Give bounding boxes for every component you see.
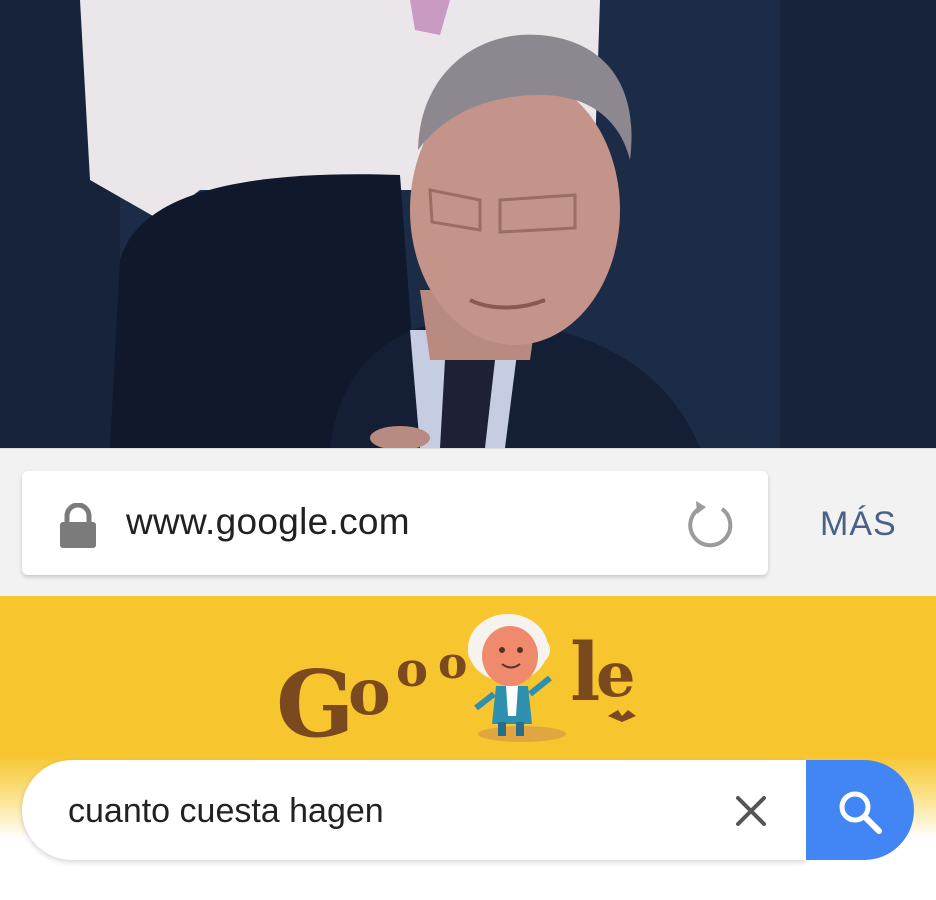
browser-toolbar: www.google.com MÁS (0, 448, 936, 597)
address-bar[interactable]: www.google.com (22, 471, 768, 575)
search-box[interactable]: cuanto cuesta hagen (22, 760, 806, 860)
svg-text:o: o (396, 642, 428, 698)
svg-text:G: G (276, 650, 355, 758)
svg-text:o: o (438, 638, 467, 689)
url-text[interactable]: www.google.com (126, 501, 410, 543)
google-doodle[interactable]: G o o o l e (270, 604, 660, 762)
close-icon[interactable] (734, 794, 768, 828)
more-button[interactable]: MÁS (820, 505, 897, 544)
search-icon (839, 791, 882, 834)
photo-illustration (0, 0, 936, 448)
svg-text:o: o (348, 655, 391, 730)
search-input[interactable]: cuanto cuesta hagen (68, 792, 384, 831)
lock-icon (58, 502, 98, 549)
photo (0, 0, 936, 448)
search-button[interactable] (806, 760, 914, 860)
reload-icon[interactable] (682, 497, 738, 553)
svg-text:e: e (596, 638, 635, 711)
google-page: G o o o l e cuanto cuesta hagen (0, 596, 936, 900)
